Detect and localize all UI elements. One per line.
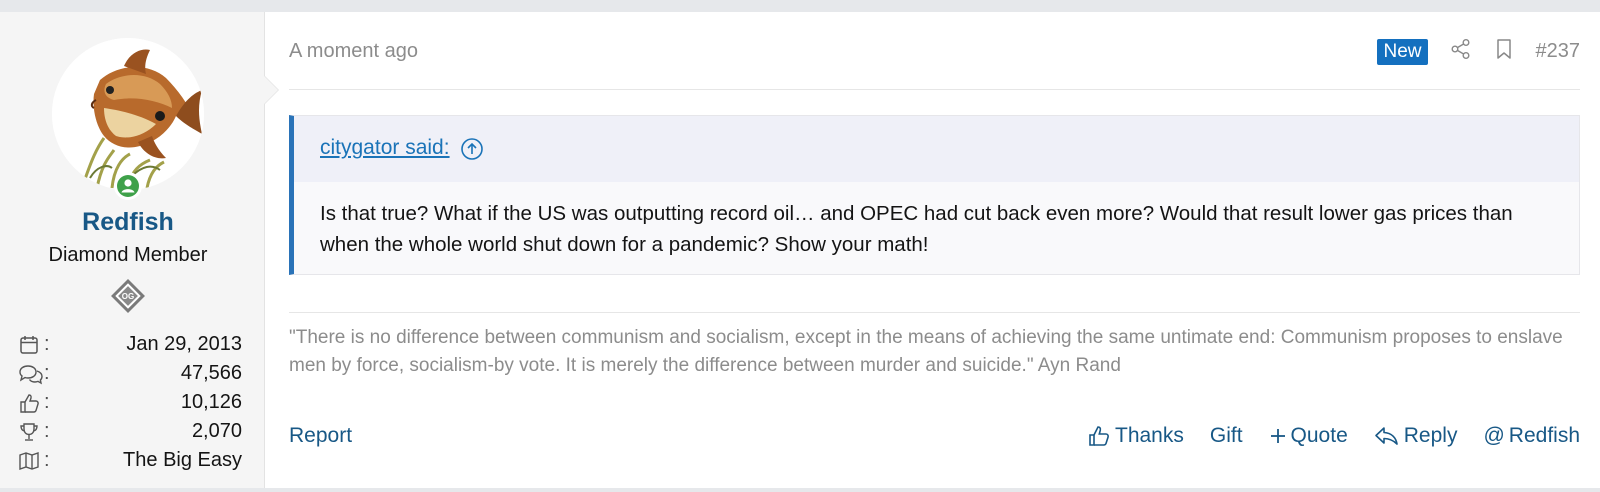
reply-button[interactable]: Reply	[1374, 424, 1458, 448]
stat-reactions-value: 10,126	[180, 391, 242, 413]
quote-button[interactable]: Quote	[1269, 424, 1348, 448]
stat-separator: :	[44, 391, 50, 413]
arrow-circle-up-icon[interactable]	[460, 137, 484, 161]
bookmark-icon[interactable]	[1494, 38, 1514, 65]
post-actions: Thanks Gift Quote Reply @ Redfish	[1061, 424, 1580, 448]
username[interactable]: Redfish	[0, 208, 256, 237]
stat-separator: :	[44, 333, 50, 355]
quote-block: citygator said: Is that true? What if th…	[289, 115, 1580, 275]
post-header: A moment ago New #237	[289, 34, 1580, 90]
og-badge-icon: OG	[111, 279, 145, 313]
stat-joined-value: Jan 29, 2013	[126, 333, 242, 355]
redfish-avatar-image	[52, 38, 204, 190]
stat-messages: : 47,566	[18, 359, 242, 388]
signature: "There is no difference between communis…	[289, 312, 1580, 380]
stat-separator: :	[44, 420, 50, 442]
svg-text:OG: OG	[122, 292, 134, 301]
post-number[interactable]: #237	[1536, 40, 1581, 63]
mention-button[interactable]: @ Redfish	[1483, 424, 1580, 448]
stat-location-value: The Big Easy	[123, 449, 242, 471]
online-status	[114, 172, 142, 200]
share-icon[interactable]	[1450, 38, 1472, 65]
sidebar-arrow	[264, 76, 278, 104]
quote-author-link[interactable]: citygator said:	[320, 136, 450, 160]
stat-reactions: : 10,126	[18, 388, 242, 417]
quote-header: citygator said:	[294, 116, 1579, 182]
stat-points-value: 2,070	[191, 420, 242, 442]
map-icon	[19, 451, 39, 470]
report-button[interactable]: Report	[289, 424, 352, 448]
new-badge: New	[1377, 38, 1428, 65]
quote-label: Quote	[1290, 424, 1348, 447]
user-title: Diamond Member	[48, 244, 208, 266]
post-header-actions: New #237	[1377, 38, 1580, 65]
user-sidebar: Redfish Diamond Member OG : Jan 29, 2013	[0, 12, 279, 488]
plus-icon	[1270, 429, 1285, 443]
stat-messages-value: 47,566	[180, 362, 242, 384]
stat-separator: :	[44, 449, 50, 471]
reply-icon	[1374, 427, 1398, 445]
gift-button[interactable]: Gift	[1210, 424, 1243, 448]
thumbs-up-icon	[1089, 426, 1109, 446]
messages-icon	[19, 364, 43, 384]
trophy-icon	[20, 422, 38, 441]
online-user-icon	[121, 179, 135, 193]
stat-joined: : Jan 29, 2013	[18, 330, 242, 359]
at-icon: @	[1483, 424, 1505, 447]
post-main: A moment ago New #237 citygator said: Is…	[265, 12, 1600, 488]
thanks-label: Thanks	[1115, 424, 1184, 447]
gift-label: Gift	[1209, 424, 1243, 447]
calendar-icon	[20, 335, 38, 354]
forum-post: Redfish Diamond Member OG : Jan 29, 2013	[0, 12, 1600, 488]
quote-body: Is that true? What if the US was outputt…	[320, 202, 1513, 256]
stat-separator: :	[44, 362, 50, 384]
avatar[interactable]	[52, 38, 204, 190]
post-footer: Report Thanks Gift Quote Reply @ Redfish	[289, 420, 1580, 452]
stat-points: : 2,070	[18, 417, 242, 446]
mention-label: Redfish	[1508, 424, 1580, 447]
thanks-button[interactable]: Thanks	[1087, 424, 1184, 448]
user-stats: : Jan 29, 2013 : 47,566 : 10,126: 2,070…	[18, 330, 242, 475]
post-time[interactable]: A moment ago	[289, 40, 418, 63]
thumbs-up-icon	[20, 393, 39, 413]
stat-location: : The Big Easy	[18, 446, 242, 475]
reply-label: Reply	[1403, 424, 1458, 447]
